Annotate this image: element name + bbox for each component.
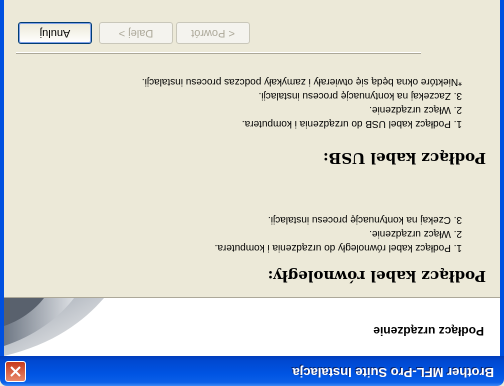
next-button[interactable]: Dalej > xyxy=(99,22,173,44)
cancel-button[interactable]: Anuluj xyxy=(18,22,92,44)
usb-heading: Podłącz kabel USB: xyxy=(323,149,486,167)
usb-step: 2. Włącz urządzenie. xyxy=(369,104,462,115)
wizard-header: Podłącz urządzenie xyxy=(4,297,500,356)
button-divider xyxy=(16,52,421,54)
usb-note: *Niektóre okna będą się otwierały i zamy… xyxy=(141,76,462,87)
parallel-heading: Podłącz kabel równoległy: xyxy=(267,267,486,285)
parallel-step: 2. Włącz urządzenie. xyxy=(369,228,462,239)
title-bar[interactable]: Brother MFL-Pro Suite Instalacja xyxy=(0,356,504,386)
parallel-step: 1. Podłącz kabel równoległy do urządzeni… xyxy=(214,242,462,253)
usb-step: 3. Zaczekaj na kontynuację procesu insta… xyxy=(258,90,462,101)
window-frame-left xyxy=(500,0,504,356)
wizard-content xyxy=(4,52,500,297)
brand-graphic xyxy=(4,298,104,356)
header-title: Podłącz urządzenie xyxy=(373,324,484,338)
back-button[interactable]: < Powrót xyxy=(176,22,250,44)
usb-step: 1. Podłącz kabel USB do urządzenia i kom… xyxy=(241,118,462,129)
window-title: Brother MFL-Pro Suite Instalacja xyxy=(292,365,494,380)
parallel-step: 3. Czekaj na kontynuację procesu instala… xyxy=(268,214,462,225)
close-button[interactable] xyxy=(5,361,26,382)
close-icon xyxy=(10,366,21,377)
